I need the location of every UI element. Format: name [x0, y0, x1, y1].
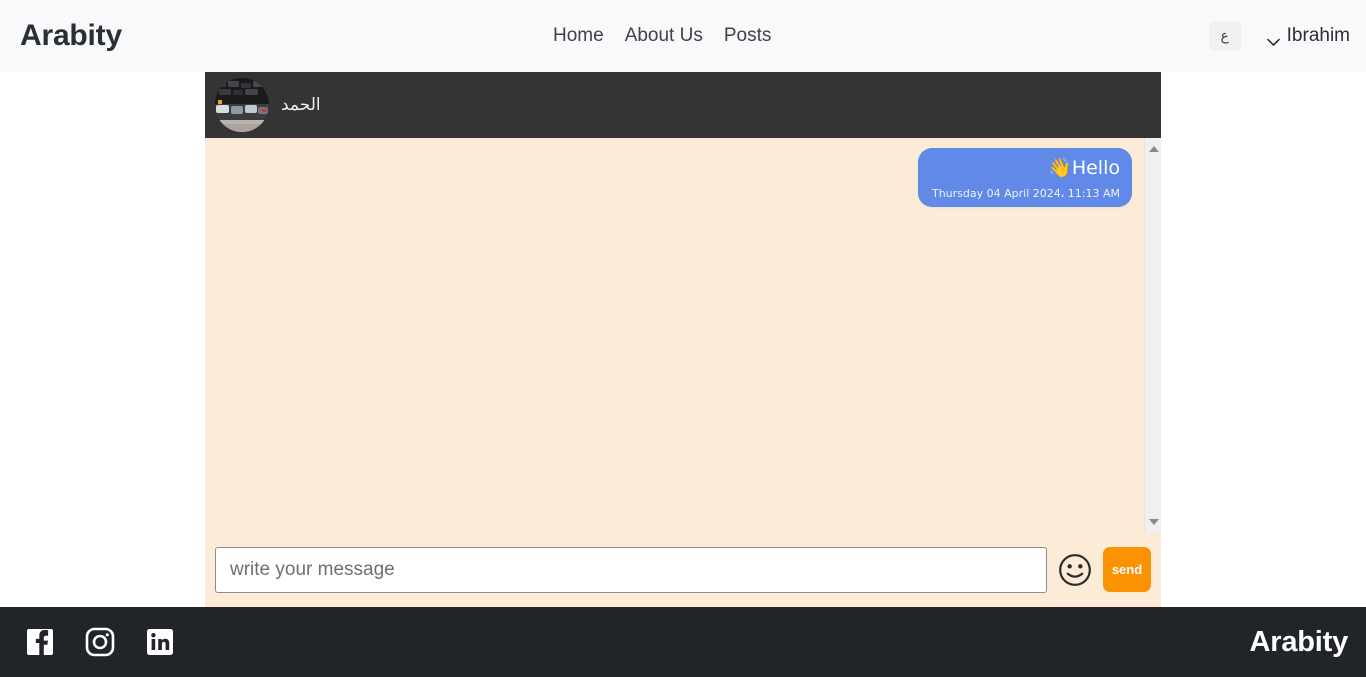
instagram-icon[interactable]: [85, 627, 115, 657]
nav-link-home[interactable]: Home: [553, 25, 604, 47]
chat-scrollbar[interactable]: [1144, 138, 1161, 532]
site-brand[interactable]: Arabity: [20, 19, 122, 53]
main-nav: Home About Us Posts: [553, 25, 771, 47]
scroll-down-arrow-icon[interactable]: [1145, 513, 1161, 530]
message-timestamp: Thursday 04 April 2024، 11:13 AM: [931, 187, 1120, 200]
user-menu-label: Ibrahim: [1286, 25, 1350, 46]
nav-link-about-us[interactable]: About Us: [625, 25, 703, 47]
send-button[interactable]: send: [1103, 547, 1151, 592]
site-footer: Arabity: [0, 607, 1366, 677]
chat-messages-area: 👋Hello Thursday 04 April 2024، 11:13 AM: [205, 138, 1161, 532]
linkedin-icon[interactable]: [145, 627, 175, 657]
emoji-smiley-icon[interactable]: [1058, 553, 1092, 587]
language-toggle-button[interactable]: ع: [1208, 21, 1241, 51]
user-menu[interactable]: Ibrahim: [1266, 25, 1350, 47]
chat-panel: الحمد 👋Hello Thursday 04 April 2024، 11:…: [205, 72, 1161, 607]
social-links: [25, 627, 175, 657]
message-composer: send: [205, 532, 1161, 607]
navbar-right-section: ع Ibrahim: [1208, 21, 1350, 51]
nav-link-posts[interactable]: Posts: [724, 25, 772, 47]
footer-brand: Arabity: [1249, 625, 1348, 658]
chevron-down-icon: [1266, 33, 1280, 46]
message-text: 👋Hello: [1048, 157, 1120, 179]
facebook-icon[interactable]: [25, 627, 55, 657]
message-input[interactable]: [215, 546, 1047, 593]
messages-list: 👋Hello Thursday 04 April 2024، 11:13 AM: [205, 138, 1144, 532]
message-bubble-outgoing: 👋Hello Thursday 04 April 2024، 11:13 AM: [917, 148, 1132, 207]
chat-header: الحمد: [205, 72, 1161, 138]
top-navbar: Arabity Home About Us Posts ع Ibrahim: [0, 0, 1366, 72]
chat-peer-name: الحمد: [281, 95, 321, 115]
scroll-up-arrow-icon[interactable]: [1145, 140, 1161, 157]
user-avatar-image[interactable]: [215, 78, 269, 132]
